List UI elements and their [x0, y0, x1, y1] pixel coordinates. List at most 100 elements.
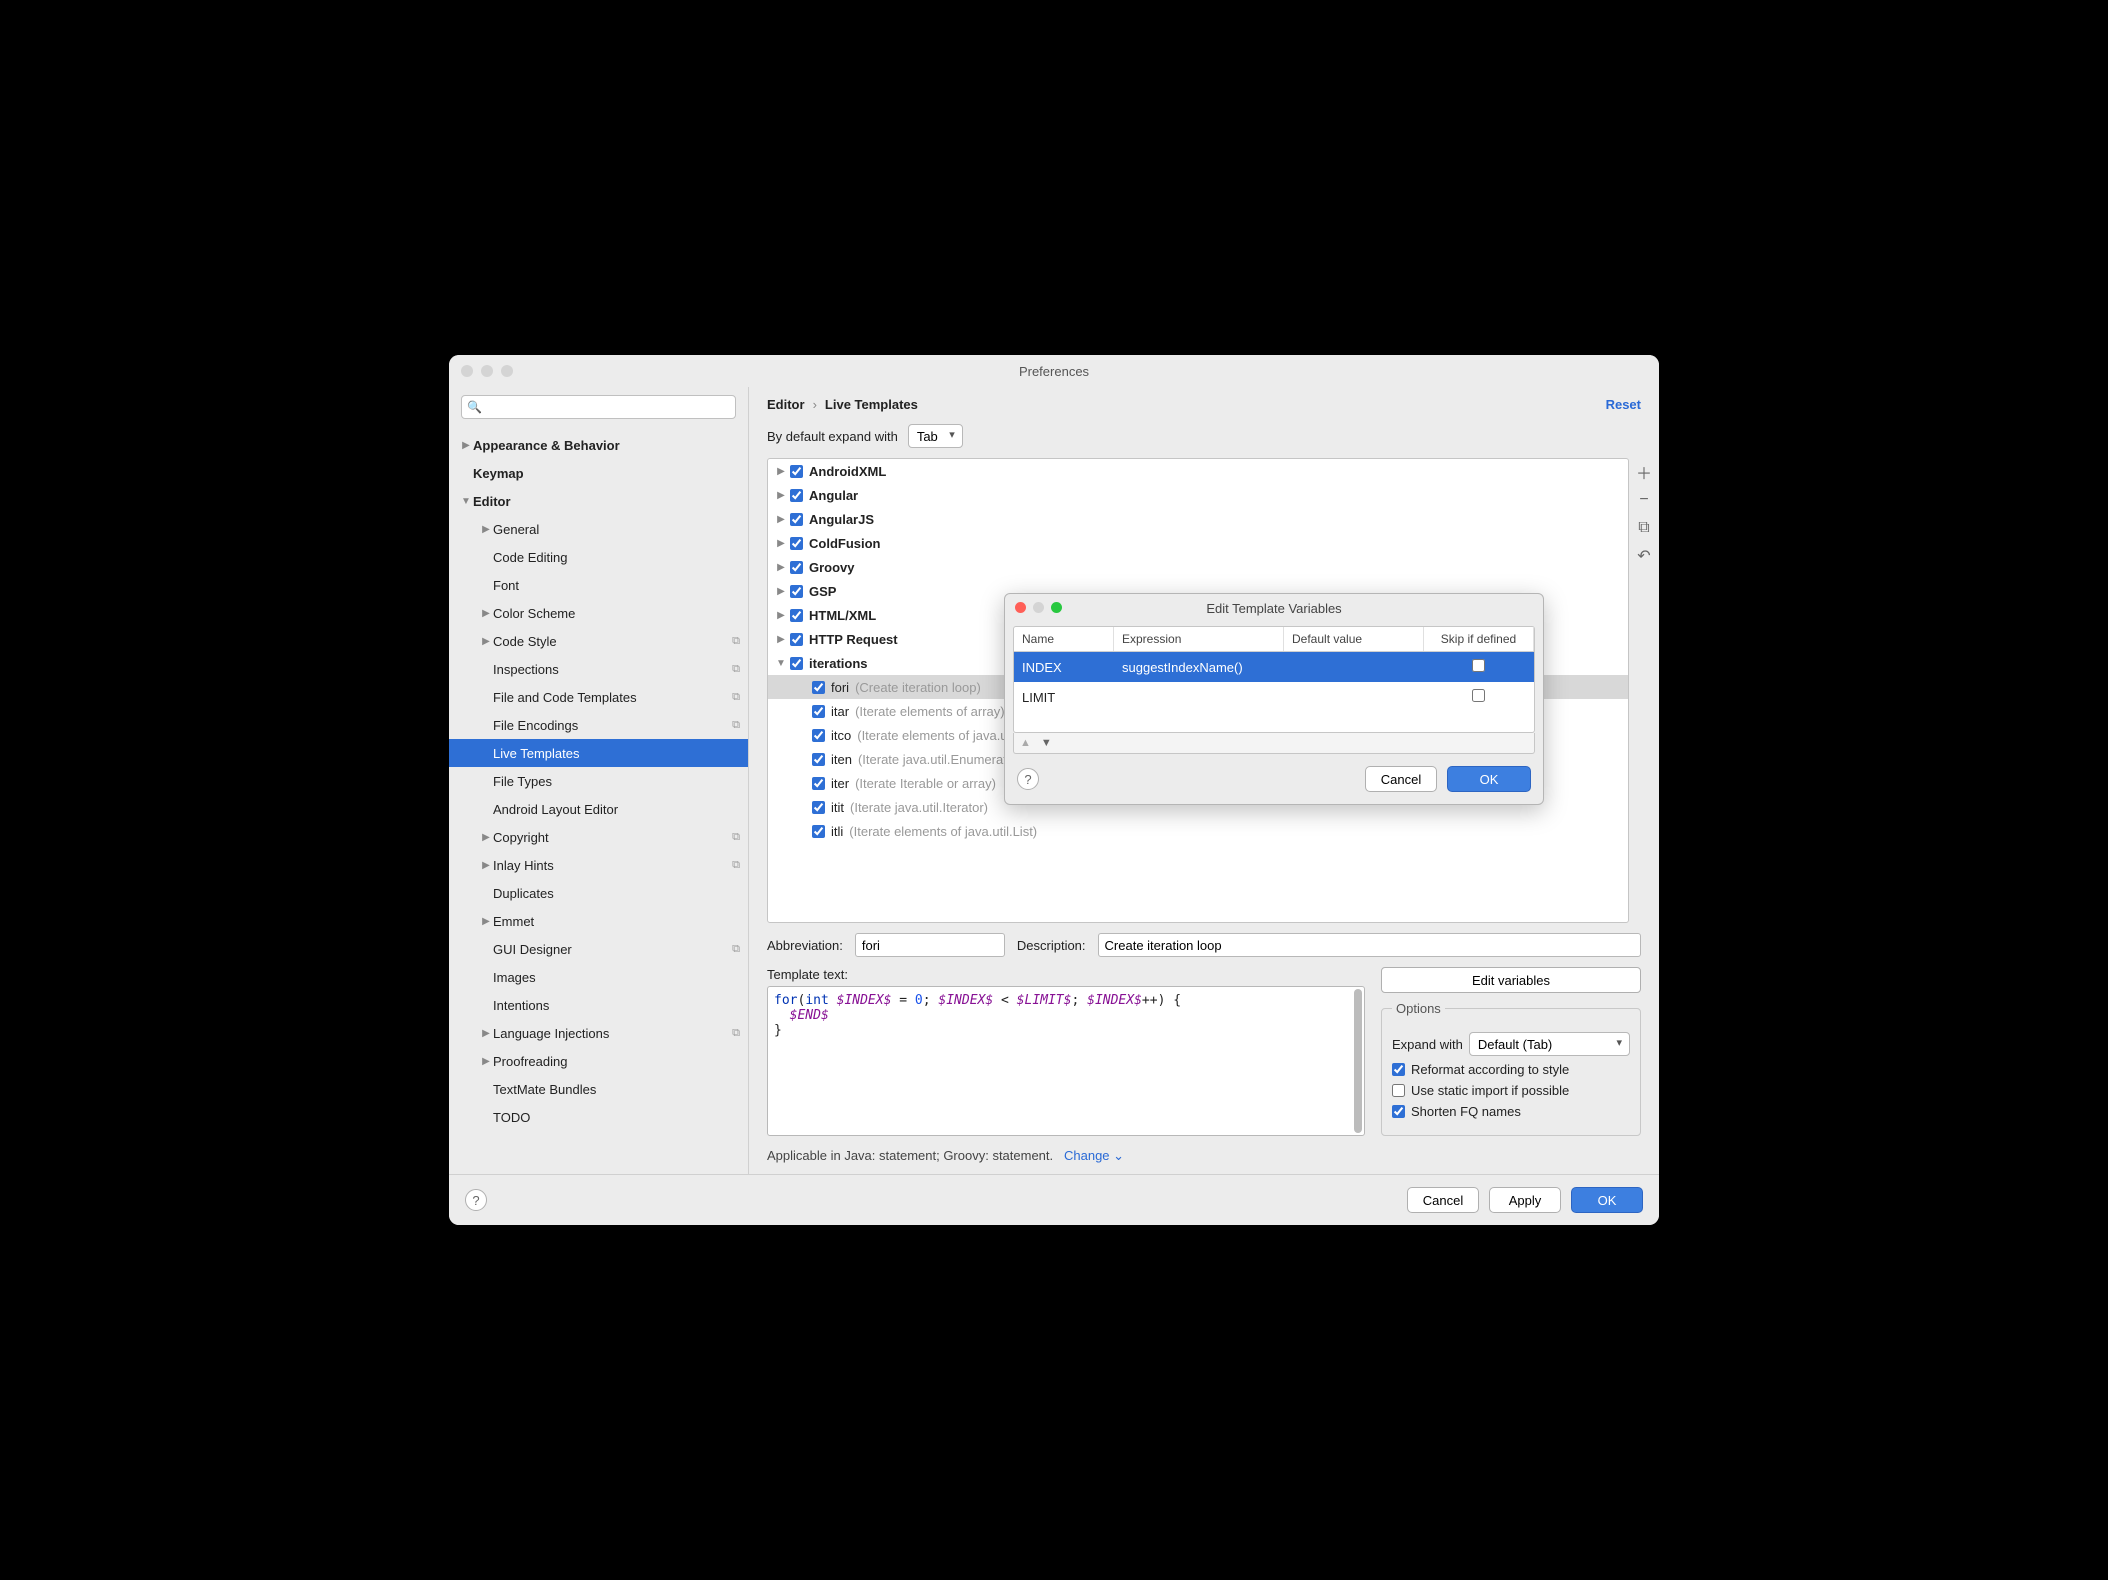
template-checkbox[interactable] [812, 729, 825, 742]
modal-help-icon[interactable]: ? [1017, 768, 1039, 790]
sidebar-item[interactable]: Android Layout Editor [449, 795, 748, 823]
minimize-dot[interactable] [481, 365, 493, 377]
sidebar-item[interactable]: ▶Proofreading [449, 1047, 748, 1075]
arrow-icon: ▶ [479, 1028, 493, 1039]
variable-row[interactable]: INDEXsuggestIndexName() [1014, 652, 1534, 682]
sidebar-item[interactable]: ▶Emmet [449, 907, 748, 935]
cell-name[interactable]: INDEX [1014, 660, 1114, 675]
skip-checkbox[interactable] [1472, 659, 1485, 672]
modal-ok-button[interactable]: OK [1447, 766, 1531, 792]
template-group[interactable]: ▶AngularJS [768, 507, 1628, 531]
group-checkbox[interactable] [790, 633, 803, 646]
applicable-text: Applicable in Java: statement; Groovy: s… [767, 1148, 1053, 1163]
table-header: Name Expression Default value Skip if de… [1014, 627, 1534, 652]
shorten-checkbox[interactable] [1392, 1105, 1405, 1118]
sidebar-item[interactable]: ▼Editor [449, 487, 748, 515]
template-checkbox[interactable] [812, 705, 825, 718]
search-input[interactable] [461, 395, 736, 419]
sidebar-item[interactable]: Duplicates [449, 879, 748, 907]
sidebar-item[interactable]: Keymap [449, 459, 748, 487]
template-checkbox[interactable] [812, 753, 825, 766]
template-group[interactable]: ▶Angular [768, 483, 1628, 507]
modal-cancel-button[interactable]: Cancel [1365, 766, 1437, 792]
sidebar-item[interactable]: ▶Code Style⧉ [449, 627, 748, 655]
expand-row: By default expand with Tab [749, 420, 1659, 458]
sidebar-item[interactable]: TODO [449, 1103, 748, 1131]
sidebar-item[interactable]: File and Code Templates⧉ [449, 683, 748, 711]
undo-icon[interactable]: ↶ [1634, 546, 1654, 566]
desc-label: Description: [1017, 938, 1086, 953]
add-icon[interactable]: ＋ [1634, 462, 1654, 482]
cell-expr[interactable]: suggestIndexName() [1114, 660, 1284, 675]
expand-with-select[interactable]: Default (Tab) [1469, 1032, 1630, 1056]
variable-row[interactable]: LIMIT [1014, 682, 1534, 712]
reset-link[interactable]: Reset [1606, 397, 1641, 412]
group-checkbox[interactable] [790, 585, 803, 598]
sidebar-item[interactable]: File Encodings⧉ [449, 711, 748, 739]
group-checkbox[interactable] [790, 609, 803, 622]
sidebar-item-label: Duplicates [493, 886, 740, 901]
template-group[interactable]: ▶ColdFusion [768, 531, 1628, 555]
copy-icon[interactable]: ⧉ [1634, 518, 1654, 538]
sidebar-item[interactable]: Intentions [449, 991, 748, 1019]
cancel-button[interactable]: Cancel [1407, 1187, 1479, 1213]
sidebar-item[interactable]: TextMate Bundles [449, 1075, 748, 1103]
group-checkbox[interactable] [790, 561, 803, 574]
move-down-icon[interactable]: ▼ [1041, 737, 1052, 749]
template-checkbox[interactable] [812, 825, 825, 838]
sidebar-item[interactable]: GUI Designer⧉ [449, 935, 748, 963]
sidebar-item[interactable]: Font [449, 571, 748, 599]
sidebar-item[interactable]: ▶Copyright⧉ [449, 823, 748, 851]
reformat-checkbox[interactable] [1392, 1063, 1405, 1076]
template-checkbox[interactable] [812, 777, 825, 790]
group-checkbox[interactable] [790, 657, 803, 670]
sidebar-tree[interactable]: ▶Appearance & BehaviorKeymap▼Editor▶Gene… [449, 427, 748, 1174]
modal-close-icon[interactable] [1015, 602, 1026, 613]
breadcrumb-section: Editor [767, 397, 805, 412]
arrow-icon: ▶ [774, 610, 788, 621]
arrow-icon: ▶ [479, 916, 493, 927]
template-item[interactable]: itli(Iterate elements of java.util.List) [768, 819, 1628, 843]
static-import-checkbox[interactable] [1392, 1084, 1405, 1097]
expand-select[interactable]: Tab [908, 424, 963, 448]
sidebar-item[interactable]: Code Editing [449, 543, 748, 571]
sidebar-item[interactable]: Images [449, 963, 748, 991]
cell-name[interactable]: LIMIT [1014, 690, 1114, 705]
desc-input[interactable] [1098, 933, 1641, 957]
close-dot[interactable] [461, 365, 473, 377]
abbr-input[interactable] [855, 933, 1005, 957]
project-scope-icon: ⧉ [732, 635, 740, 648]
group-checkbox[interactable] [790, 465, 803, 478]
skip-checkbox[interactable] [1472, 689, 1485, 702]
template-checkbox[interactable] [812, 801, 825, 814]
sidebar-item[interactable]: ▶Inlay Hints⧉ [449, 851, 748, 879]
sidebar-item[interactable]: Live Templates [449, 739, 748, 767]
group-checkbox[interactable] [790, 489, 803, 502]
modal-zoom-icon[interactable] [1051, 602, 1062, 613]
template-name: fori [831, 680, 849, 695]
sidebar-item[interactable]: File Types [449, 767, 748, 795]
sidebar-item[interactable]: Inspections⧉ [449, 655, 748, 683]
group-checkbox[interactable] [790, 513, 803, 526]
sidebar-item[interactable]: ▶Appearance & Behavior [449, 431, 748, 459]
code-scrollbar[interactable] [1354, 989, 1362, 1133]
template-name: itli [831, 824, 843, 839]
template-group[interactable]: ▶Groovy [768, 555, 1628, 579]
remove-icon[interactable]: − [1634, 490, 1654, 510]
sidebar-item[interactable]: ▶Language Injections⧉ [449, 1019, 748, 1047]
edit-variables-button[interactable]: Edit variables [1381, 967, 1641, 993]
apply-button[interactable]: Apply [1489, 1187, 1561, 1213]
sidebar-item[interactable]: ▶General [449, 515, 748, 543]
sidebar-item[interactable]: ▶Color Scheme [449, 599, 748, 627]
change-link[interactable]: Change ⌄ [1064, 1148, 1124, 1163]
help-icon[interactable]: ? [465, 1189, 487, 1211]
sidebar-item-label: Intentions [493, 998, 740, 1013]
modal-title: Edit Template Variables [1206, 601, 1341, 616]
move-up-icon[interactable]: ▲ [1020, 737, 1031, 749]
template-code[interactable]: for(int $INDEX$ = 0; $INDEX$ < $LIMIT$; … [767, 986, 1365, 1136]
template-group[interactable]: ▶AndroidXML [768, 459, 1628, 483]
group-checkbox[interactable] [790, 537, 803, 550]
template-checkbox[interactable] [812, 681, 825, 694]
ok-button[interactable]: OK [1571, 1187, 1643, 1213]
zoom-dot[interactable] [501, 365, 513, 377]
